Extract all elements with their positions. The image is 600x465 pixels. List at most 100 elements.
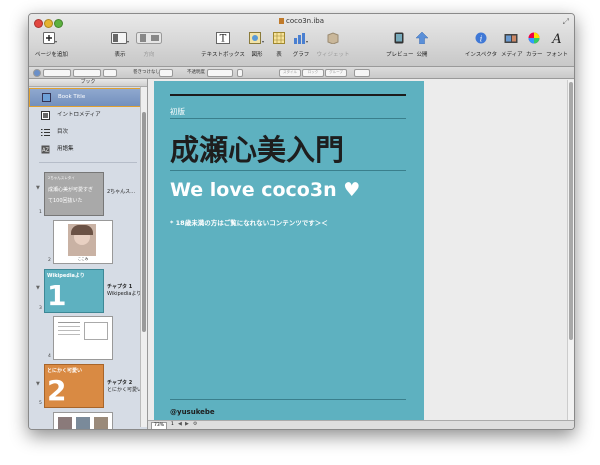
format-style-button[interactable]: スタイル [279, 69, 301, 77]
book-cover-page[interactable]: 初版 成瀬心美入門 We love coco3n ♥ * 18歳未満の方はご覧に… [154, 81, 424, 429]
wrap-select[interactable] [159, 69, 173, 77]
sidebar-item-book-title[interactable]: Book Title [29, 88, 147, 107]
chapter-2-label: チャプタ 2 とにかく可愛い [107, 380, 143, 393]
format-bar: 巻きつけなし 不透明度 スタイル ロック グループ [29, 67, 574, 79]
intro-media-icon [41, 111, 50, 120]
disclosure-triangle-icon[interactable]: ▼ [36, 185, 40, 191]
page-thumbnail-3[interactable]: Wikipediaより 1 [44, 269, 104, 313]
page-number-1: 1 [39, 210, 42, 215]
stroke-select[interactable] [103, 69, 117, 77]
sidebar-divider [39, 162, 137, 163]
book-sidebar: ブック Book Title イントロメディア 目次 AZ 用語集 ▼ 2ちゃん… [29, 79, 148, 429]
status-bar: 73% 1 ◀ ▶ ⚙ [148, 420, 574, 429]
page-number-4: 4 [48, 354, 51, 359]
style-select[interactable] [43, 69, 71, 77]
edition-rule [170, 118, 406, 119]
media-icon [504, 34, 518, 43]
publish-button[interactable]: 公開 [415, 29, 429, 65]
book-title[interactable]: 成瀬心美入門 [170, 127, 344, 169]
sidebar-item-intro-media[interactable]: イントロメディア [29, 107, 147, 124]
list-icon [41, 129, 50, 136]
wrap-label: 巻きつけなし [133, 70, 160, 75]
widget-button[interactable]: ウィジェット [315, 29, 351, 65]
author-rule [170, 399, 406, 400]
document-icon [278, 18, 284, 24]
window-title: coco3n.iba [29, 17, 574, 25]
svg-text:T: T [220, 34, 227, 45]
chapter-1-label: チャプタ 1 Wikipediaより [107, 284, 142, 297]
textbox-button[interactable]: T テキストボックス [201, 29, 245, 65]
author-name[interactable]: @yusukebe [170, 408, 215, 416]
top-rule [170, 94, 406, 96]
sidebar-header: ブック [29, 79, 147, 87]
canvas-scrollbar[interactable] [567, 80, 574, 420]
svg-text:A: A [551, 32, 561, 44]
view-button[interactable]: 表示 [109, 29, 131, 65]
styles-drawer-button[interactable] [33, 69, 41, 77]
page-thumbnail-5[interactable]: とにかく可愛い 2 [44, 364, 104, 408]
opacity-label: 不透明度 [187, 70, 205, 75]
svg-text:i: i [480, 35, 483, 44]
canvas-scroll-thumb[interactable] [569, 82, 573, 340]
page-thumbnail-4[interactable] [53, 316, 113, 360]
page-thumbnail-2[interactable]: ここみ [53, 220, 113, 264]
page-number-5: 5 [39, 401, 42, 406]
shape-button[interactable]: 図形 [248, 29, 266, 65]
textbox-icon: T [216, 32, 230, 45]
shape-icon [249, 32, 264, 44]
add-page-button[interactable]: ページを追加 [35, 29, 68, 65]
colors-button[interactable]: カラー [526, 29, 543, 65]
age-notice[interactable]: * 18歳未満の方はご覧になれないコンテンツです＞＜ [170, 217, 328, 227]
orientation-icon [136, 32, 162, 44]
preview-button[interactable]: プレビュー [386, 29, 414, 65]
publish-arrow-icon [415, 31, 429, 45]
sidebar-item-glossary[interactable]: AZ 用語集 [29, 141, 147, 158]
table-thumbnail [84, 322, 108, 340]
media-button[interactable]: メディア [501, 29, 523, 65]
plus-icon [43, 32, 57, 44]
page-number-3: 3 [39, 306, 42, 311]
prev-page-icon[interactable]: ◀ [178, 421, 182, 427]
next-page-icon[interactable]: ▶ [185, 421, 189, 427]
sidebar-scrollbar[interactable] [140, 87, 147, 427]
book-subtitle[interactable]: We love coco3n ♥ [170, 179, 360, 201]
zoom-select[interactable]: 73% [151, 422, 167, 429]
chart-button[interactable]: グラフ [291, 29, 311, 65]
color-wheel-icon [528, 32, 540, 44]
fonts-button[interactable]: A フォント [546, 29, 568, 65]
sidebar-item-toc[interactable]: 目次 [29, 124, 147, 141]
app-window: coco3n.iba ⤢ ページを追加 表示 方向 T テキストボックス 図形 … [28, 13, 575, 430]
opacity-checkbox[interactable] [237, 69, 243, 77]
page-canvas: 初版 成瀬心美入門 We love coco3n ♥ * 18歳未満の方はご覧に… [148, 79, 574, 429]
format-lock-button[interactable]: ロック [302, 69, 324, 77]
page-number-2: 2 [48, 258, 51, 263]
page-thumbnail-1[interactable]: 2ちゃんスレタイ 成瀬心美が可愛すぎ て100回抜いた [44, 172, 104, 216]
opacity-select[interactable] [207, 69, 233, 77]
disclosure-triangle-icon[interactable]: ▼ [36, 285, 40, 291]
arrange-select[interactable] [354, 69, 370, 77]
orientation-control[interactable]: 方向 [135, 29, 163, 65]
format-group-button[interactable]: グループ [325, 69, 347, 77]
inspector-button[interactable]: i インスペクタ [464, 29, 498, 65]
info-icon: i [475, 32, 487, 44]
disclosure-triangle-icon[interactable]: ▼ [36, 381, 40, 387]
widget-icon [327, 32, 339, 45]
photo-thumbnail [68, 224, 96, 256]
svg-text:AZ: AZ [42, 148, 49, 154]
title-rule [170, 170, 406, 171]
chart-icon [294, 33, 308, 44]
table-button[interactable]: 表 [272, 29, 286, 65]
book-cover-icon [42, 93, 51, 102]
fill-select[interactable] [73, 69, 101, 77]
edition-label[interactable]: 初版 [170, 106, 185, 117]
glossary-icon: AZ [41, 145, 50, 154]
table-icon [273, 32, 285, 44]
page-thumbnail-6[interactable] [53, 412, 113, 429]
ipad-icon [394, 32, 404, 44]
page-1-caption: 2ちゃんス… [107, 189, 136, 195]
view-icon [111, 32, 129, 44]
sidebar-scroll-thumb[interactable] [142, 112, 146, 332]
page-indicator: 1 [171, 422, 174, 427]
fullscreen-icon[interactable]: ⤢ [563, 17, 569, 27]
gear-icon[interactable]: ⚙ [193, 421, 197, 427]
